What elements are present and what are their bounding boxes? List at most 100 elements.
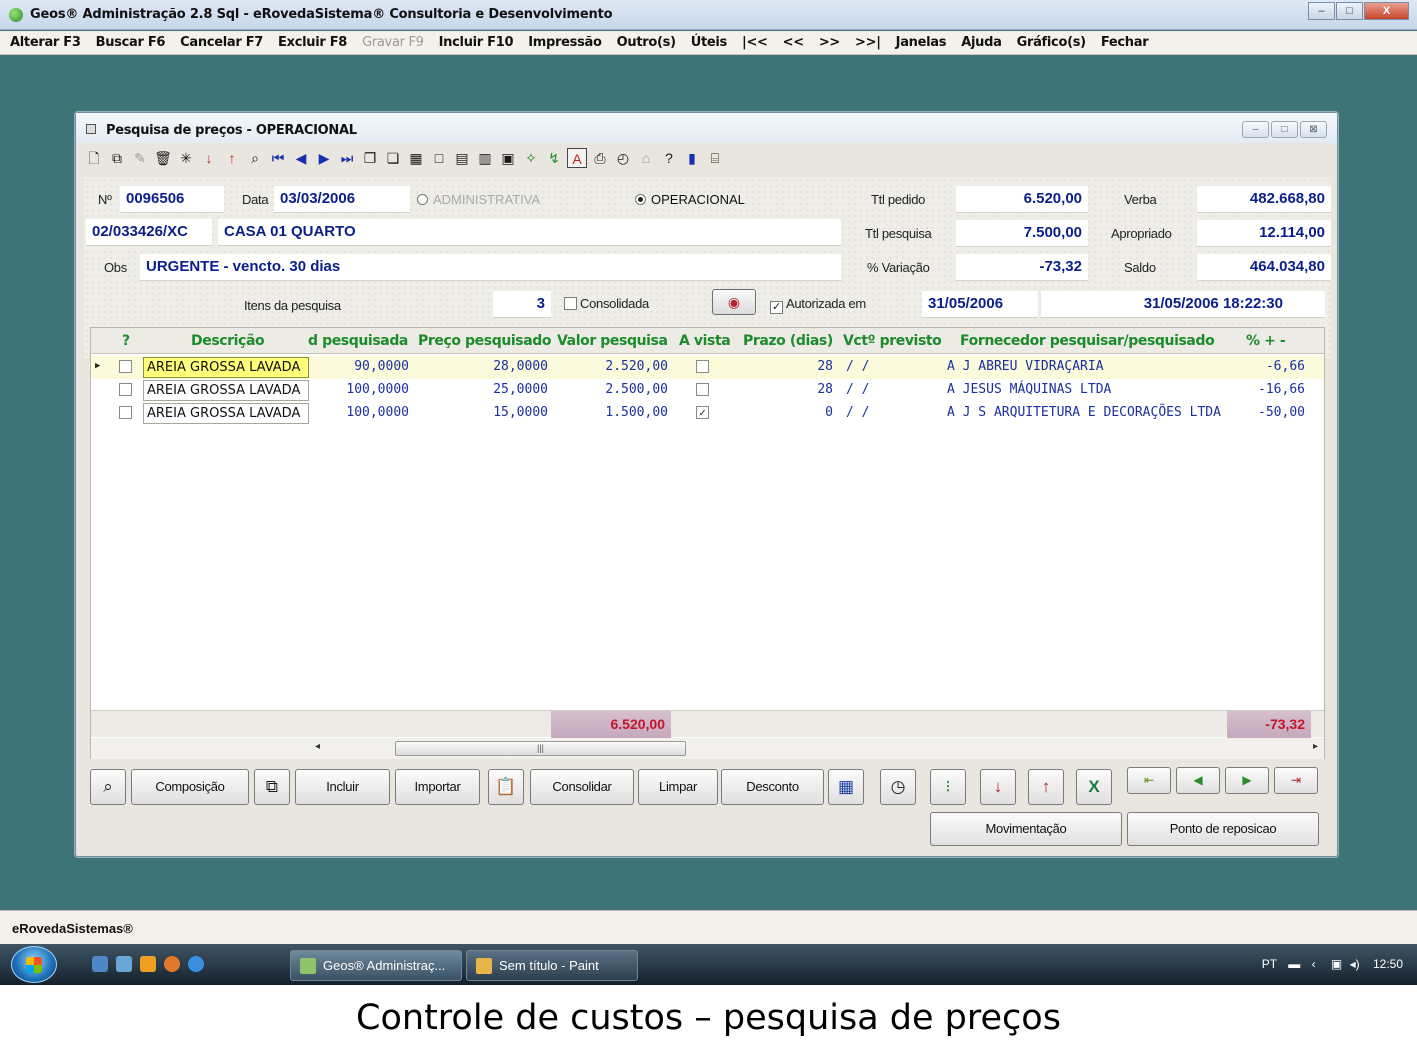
printer-icon[interactable]: ⎙	[590, 148, 610, 168]
menu-janelas[interactable]: Janelas	[896, 35, 947, 50]
calculator-icon[interactable]: ▤	[452, 148, 472, 168]
cell-avista-checkbox[interactable]	[696, 383, 709, 396]
clock-icon[interactable]: ◴	[613, 148, 633, 168]
nav-last-button[interactable]: ⇥	[1274, 767, 1318, 794]
sort-asc-button[interactable]: ↑	[1028, 769, 1064, 805]
cell-descricao[interactable]: AREIA GROSSA LAVADA	[143, 380, 309, 401]
trash-icon[interactable]: 🗑	[153, 148, 173, 168]
taskbar-geos[interactable]: Geos® Administraç...	[290, 950, 462, 981]
menu-prev[interactable]: <<	[783, 35, 804, 50]
horizontal-scrollbar[interactable]: ◂ ||| ▸	[91, 738, 1324, 759]
lock-icon[interactable]: ⌂	[636, 148, 656, 168]
window-restore-button[interactable]: □	[1271, 121, 1298, 138]
table-row[interactable]: ▶ AREIA GROSSA LAVADA 90,0000 28,0000 2.…	[91, 356, 1324, 379]
menu-incluir[interactable]: Incluir F10	[439, 35, 514, 50]
row-checkbox[interactable]	[119, 406, 132, 419]
paste-icon[interactable]: ❏	[383, 148, 403, 168]
last-record-icon[interactable]: ⏭	[337, 148, 357, 168]
col-valor[interactable]: Valor pesquisa	[557, 333, 668, 349]
autorizada-datetime-field[interactable]: 31/05/2006 18:22:30	[1041, 291, 1325, 318]
menu-excluir[interactable]: Excluir F8	[278, 35, 347, 50]
search-icon[interactable]: ⌕	[245, 148, 265, 168]
consolidada-checkbox[interactable]: Consolidada	[564, 296, 649, 311]
row-checkbox[interactable]	[119, 383, 132, 396]
table-row[interactable]: AREIA GROSSA LAVADA 100,0000 25,0000 2.5…	[91, 379, 1324, 402]
language-indicator[interactable]: PT	[1262, 957, 1277, 971]
internet-explorer-icon[interactable]	[188, 956, 204, 972]
col-preco[interactable]: Preço pesquisado	[418, 333, 552, 349]
network-icon[interactable]: ▣	[1331, 957, 1342, 971]
scroll-left-icon[interactable]: ◂	[315, 741, 320, 752]
table-icon[interactable]: ▥	[475, 148, 495, 168]
copy-document-icon[interactable]: ⧉	[107, 148, 127, 168]
export-icon[interactable]: ⌸	[705, 148, 725, 168]
importar-button[interactable]: Importar	[395, 769, 480, 805]
edit-icon[interactable]: ✎	[130, 148, 150, 168]
volume-icon[interactable]: ◂)	[1350, 957, 1360, 971]
obs-field[interactable]: URGENTE - vencto. 30 dias	[140, 254, 841, 281]
keyboard-icon[interactable]: ▬	[1288, 957, 1300, 971]
row-checkbox[interactable]	[119, 360, 132, 373]
sparkle-icon[interactable]: ✧	[521, 148, 541, 168]
calendar-icon[interactable]: ▣	[498, 148, 518, 168]
cell-descricao[interactable]: AREIA GROSSA LAVADA	[143, 357, 309, 378]
composicao-button[interactable]: Composição	[131, 769, 249, 805]
autorizada-data-field[interactable]: 31/05/2006	[922, 291, 1038, 318]
cell-descricao[interactable]: AREIA GROSSA LAVADA	[143, 403, 309, 424]
table-row[interactable]: AREIA GROSSA LAVADA 100,0000 15,0000 1.5…	[91, 402, 1324, 425]
incluir-button[interactable]: Incluir	[295, 769, 390, 805]
help-icon[interactable]: ?	[659, 148, 679, 168]
numero-field[interactable]: 0096506	[120, 186, 224, 213]
itens-field[interactable]: 3	[493, 291, 551, 318]
menu-last[interactable]: >>|	[855, 35, 881, 50]
clear-icon[interactable]: ✳	[176, 148, 196, 168]
apropriado-field[interactable]: 12.114,00	[1197, 220, 1331, 247]
menu-fechar[interactable]: Fechar	[1101, 35, 1149, 50]
copy-button[interactable]: ⧉	[254, 769, 290, 805]
menu-next[interactable]: >>	[819, 35, 840, 50]
variacao-field[interactable]: -73,32	[956, 254, 1088, 281]
chart-icon[interactable]: ▮	[682, 148, 702, 168]
nav-prev-button[interactable]: ◀	[1176, 767, 1220, 794]
cell-avista-checkbox[interactable]	[696, 360, 709, 373]
minimize-button[interactable]: –	[1308, 2, 1335, 20]
highlight-icon[interactable]: A	[567, 148, 587, 168]
traffic-light-button[interactable]: ⁝	[930, 769, 966, 805]
cell-avista-checkbox[interactable]: ✓	[696, 406, 709, 419]
saldo-field[interactable]: 464.034,80	[1197, 254, 1331, 281]
grid-icon[interactable]: ▦	[406, 148, 426, 168]
menu-impressao[interactable]: Impressão	[528, 35, 602, 50]
next-record-icon[interactable]: ▶	[314, 148, 334, 168]
browser-icon[interactable]	[164, 956, 180, 972]
tray-expand-icon[interactable]: ‹	[1312, 957, 1316, 971]
window-minimize-button[interactable]: –	[1242, 121, 1269, 138]
verba-field[interactable]: 482.668,80	[1197, 186, 1331, 213]
col-fornecedor[interactable]: Fornecedor pesquisar/pesquisado	[960, 333, 1215, 349]
previous-record-icon[interactable]: ◀	[291, 148, 311, 168]
radio-administrativa[interactable]: ADMINISTRATIVA	[417, 192, 540, 207]
filter-icon[interactable]: ↯	[544, 148, 564, 168]
scroll-thumb[interactable]: |||	[395, 741, 686, 756]
switch-windows-icon[interactable]	[116, 956, 132, 972]
menu-uteis[interactable]: Úteis	[691, 35, 728, 50]
maximize-button[interactable]: □	[1336, 2, 1363, 20]
sort-desc-button[interactable]: ↓	[980, 769, 1016, 805]
ttl-pesquisa-field[interactable]: 7.500,00	[956, 220, 1088, 247]
excel-button[interactable]: X	[1076, 769, 1112, 805]
nav-first-button[interactable]: ⇤	[1127, 767, 1171, 794]
descricao-field[interactable]: CASA 01 QUARTO	[218, 219, 841, 246]
show-desktop-icon[interactable]	[92, 956, 108, 972]
menu-graficos[interactable]: Gráfico(s)	[1017, 35, 1087, 50]
sort-desc-icon[interactable]: ↓	[199, 148, 219, 168]
window-close-button[interactable]: ⊠	[1300, 121, 1327, 138]
col-pct[interactable]: % + -	[1246, 333, 1286, 349]
col-qtd[interactable]: d pesquisada	[308, 333, 408, 349]
autorizada-checkbox[interactable]: ✓ Autorizada em	[770, 296, 866, 314]
start-button[interactable]	[11, 946, 57, 983]
col-descricao[interactable]: Descrição	[191, 333, 265, 349]
sort-asc-icon[interactable]: ↑	[222, 148, 242, 168]
new-document-icon[interactable]: 🗋	[84, 148, 104, 168]
menu-cancelar[interactable]: Cancelar F7	[180, 35, 263, 50]
codigo-field[interactable]: 02/033426/XC	[86, 219, 212, 246]
movimentacao-button[interactable]: Movimentação	[930, 812, 1122, 846]
